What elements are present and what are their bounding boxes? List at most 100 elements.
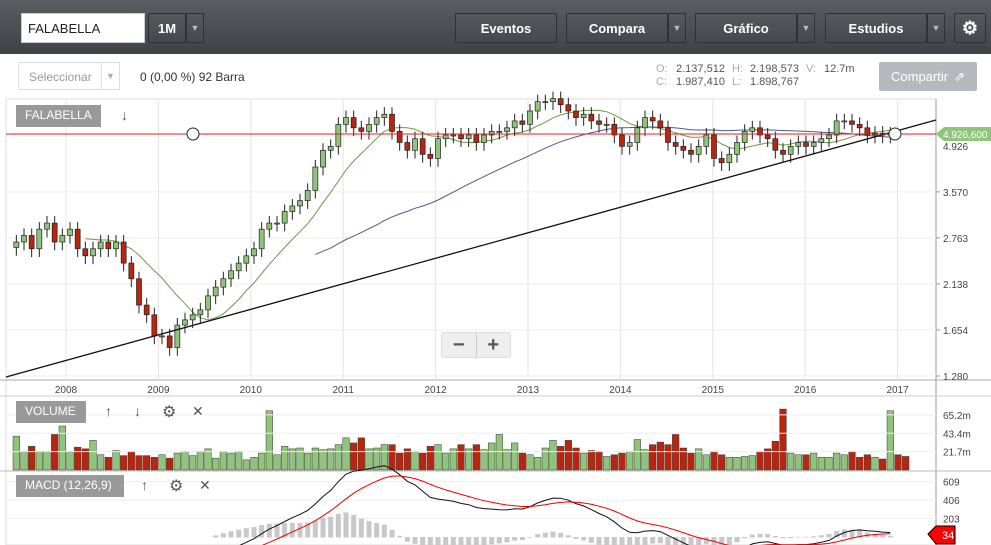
macd-histogram-bar xyxy=(236,529,242,538)
macd-histogram-bar xyxy=(220,533,226,538)
macd-histogram-bar xyxy=(818,535,824,538)
volume-bar xyxy=(626,451,634,471)
volume-bar xyxy=(664,444,672,471)
volume-bar xyxy=(28,446,36,471)
volume-bar xyxy=(902,456,910,471)
candle-up xyxy=(381,113,388,118)
macd-histogram-bar xyxy=(826,534,832,538)
candle-down xyxy=(358,127,365,132)
volume-tick-label: 43.4m xyxy=(943,429,971,440)
arrow-down-icon[interactable]: ↓ xyxy=(121,107,128,123)
macd-histogram-bar xyxy=(496,537,502,544)
volume-bar xyxy=(219,451,227,471)
macd-histogram-bar xyxy=(381,524,387,538)
macd-histogram-bar xyxy=(466,537,472,545)
price-chart[interactable]: 2008 2009 2010 2011 2012 2013 2014 2015 2016 2017… xyxy=(0,0,991,545)
candle-down xyxy=(688,149,694,155)
candle-up xyxy=(703,134,710,147)
candle-up xyxy=(289,205,296,212)
macd-histogram-bar xyxy=(389,529,395,538)
macd-histogram-bar xyxy=(611,537,617,545)
candle-up xyxy=(465,134,472,140)
candle-up xyxy=(833,120,840,136)
macd-histogram-bar xyxy=(312,520,318,538)
arrow-down-icon[interactable]: ↓ xyxy=(134,403,141,419)
candle-up xyxy=(235,262,242,272)
candle-up xyxy=(159,335,165,338)
gear-icon[interactable]: ⚙ xyxy=(169,476,183,496)
macd-histogram-bar xyxy=(811,536,817,538)
candle-up xyxy=(626,142,633,147)
volume-bar xyxy=(12,435,20,471)
volume-bar xyxy=(886,410,894,471)
arrow-up-icon[interactable]: ↑ xyxy=(141,477,148,493)
candle-up xyxy=(67,228,73,236)
macd-histogram-bar xyxy=(412,537,418,544)
volume-bar xyxy=(396,452,404,471)
volume-bar xyxy=(419,452,427,471)
volume-bar xyxy=(733,457,741,471)
volume-bar xyxy=(51,434,59,471)
candle-down xyxy=(718,158,725,164)
arrow-up-icon[interactable]: ↑ xyxy=(105,403,112,419)
candle-up xyxy=(21,235,27,243)
candle-up xyxy=(335,123,342,147)
y-tick-label: 1.280 xyxy=(943,372,968,383)
candle-up xyxy=(634,127,641,143)
macd-histogram-bar xyxy=(588,537,594,543)
main-symbol-tag[interactable]: FALABELLA xyxy=(16,105,101,127)
volume-bar xyxy=(894,454,902,471)
candle-down xyxy=(136,278,142,306)
volume-bar xyxy=(74,446,82,471)
macd-tick-label: 203 xyxy=(943,515,960,526)
volume-bar xyxy=(649,444,657,471)
macd-histogram-bar xyxy=(481,537,487,545)
volume-bar xyxy=(595,451,603,471)
volume-bar xyxy=(265,410,273,471)
candle-up xyxy=(174,324,181,348)
candle-down xyxy=(82,248,89,257)
candle-down xyxy=(51,222,58,243)
volume-bar xyxy=(725,457,733,471)
volume-bar xyxy=(833,452,841,471)
volume-bar xyxy=(350,442,358,471)
candle-up xyxy=(504,127,510,132)
candle-up xyxy=(274,222,280,225)
candle-up xyxy=(320,149,326,168)
macd-histogram-bar xyxy=(573,537,579,539)
x-tick-label: 2008 xyxy=(55,385,78,396)
macd-histogram-bar xyxy=(604,537,610,545)
volume-bar xyxy=(779,408,787,471)
candle-up xyxy=(534,101,541,112)
candle-down xyxy=(143,304,150,316)
volume-bar xyxy=(810,452,818,471)
close-icon[interactable]: ✕ xyxy=(192,403,204,420)
candle-up xyxy=(787,145,794,155)
candle-up xyxy=(435,138,441,159)
gear-icon[interactable]: ⚙ xyxy=(162,402,176,422)
volume-tag[interactable]: VOLUME xyxy=(16,401,86,423)
zoom-out-button[interactable]: − xyxy=(442,333,477,357)
volume-bar xyxy=(357,437,365,471)
volume-bar xyxy=(741,456,749,471)
volume-bar xyxy=(273,454,281,471)
volume-bar xyxy=(702,454,710,471)
close-icon[interactable]: ✕ xyxy=(199,477,211,494)
candle-down xyxy=(419,138,426,155)
volume-bar xyxy=(488,442,496,471)
candle-up xyxy=(695,145,702,155)
candle-up xyxy=(496,131,503,133)
volume-bar xyxy=(304,452,312,471)
volume-bar xyxy=(250,457,258,471)
volume-bar xyxy=(181,451,189,471)
macd-histogram-bar xyxy=(251,527,257,538)
volume-bar xyxy=(235,451,243,471)
candle-down xyxy=(672,142,679,147)
zoom-in-button[interactable]: + xyxy=(477,333,511,357)
macd-tag[interactable]: MACD (12,26,9) xyxy=(16,475,124,497)
candle-up xyxy=(810,142,817,147)
macd-histogram-bar xyxy=(519,537,525,541)
volume-tick-label: 65.2m xyxy=(943,411,971,422)
volume-bar xyxy=(603,456,611,471)
candle-up xyxy=(251,248,257,257)
